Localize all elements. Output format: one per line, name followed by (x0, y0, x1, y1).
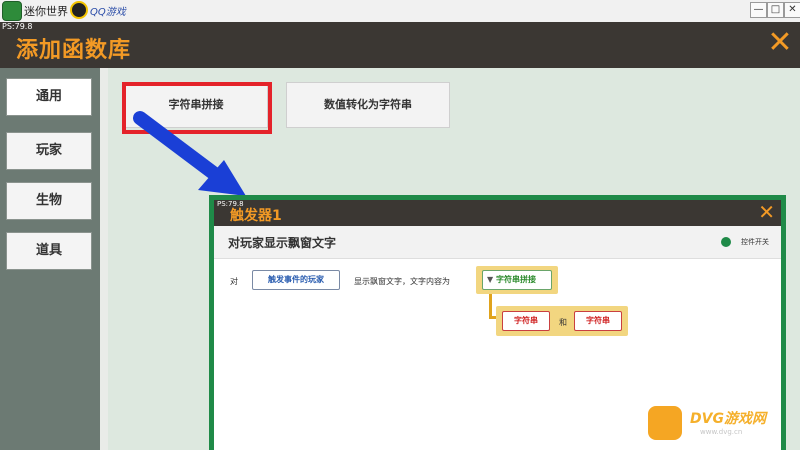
connector-line (489, 294, 492, 318)
sidebar-item-item[interactable]: 道具 (6, 232, 92, 270)
close-icon[interactable]: ✕ (766, 28, 794, 58)
chevron-down-icon: ▼ (487, 275, 494, 284)
sidebar-item-creature[interactable]: 生物 (6, 182, 92, 220)
target-player-chip[interactable]: 触发事件的玩家 (252, 270, 340, 290)
string-concat-dropdown[interactable]: ▼ 字符串拼接 (482, 270, 552, 290)
string-argument-2[interactable]: 字符串 (574, 311, 622, 331)
control-toggle-label: 控件开关 (741, 238, 769, 246)
watermark-url: www.dvg.cn (700, 428, 743, 436)
action-title: 对玩家显示飘窗文字 (228, 236, 337, 250)
watermark-text: DVG游戏网 (690, 411, 766, 427)
sidebar-item-player[interactable]: 玩家 (6, 132, 92, 170)
string-concat-label: 字符串拼接 (495, 275, 536, 284)
sidebar-item-general[interactable]: 通用 (6, 78, 92, 116)
window-close-button[interactable]: ✕ (784, 2, 800, 18)
dialog-title: 触发器1 (230, 208, 282, 224)
category-sidebar: 通用 玩家 生物 道具 (0, 68, 100, 450)
os-title-bar: 迷你世界 QQ游戏 — □ ✕ (0, 0, 800, 23)
qq-game-label: QQ游戏 (90, 7, 126, 18)
gamepad-icon (648, 406, 682, 440)
minimize-button[interactable]: — (750, 2, 767, 18)
conjunction-text: 和 (559, 318, 567, 327)
page-header: 添加函数库 ✕ (0, 22, 800, 68)
app-logo-icon (2, 1, 22, 21)
qq-logo-icon (70, 1, 88, 19)
pointer-arrow-icon (133, 111, 246, 196)
page-title: 添加函数库 (16, 38, 132, 63)
app-title: 迷你世界 (24, 5, 68, 18)
dialog-close-icon[interactable]: ✕ (758, 201, 775, 223)
row-prefix-text: 对 (230, 277, 238, 286)
row-middle-text: 显示飘窗文字，文字内容为 (354, 277, 450, 286)
function-number-to-string-button[interactable]: 数值转化为字符串 (286, 82, 450, 128)
string-argument-1[interactable]: 字符串 (502, 311, 550, 331)
maximize-button[interactable]: □ (767, 2, 784, 18)
control-toggle[interactable] (721, 237, 731, 247)
dialog-subheader: 对玩家显示飘窗文字 控件开关 (214, 226, 781, 259)
dialog-header: PS:79.8 触发器1 ✕ (214, 200, 781, 226)
version-label: PS:79.8 (2, 22, 33, 31)
